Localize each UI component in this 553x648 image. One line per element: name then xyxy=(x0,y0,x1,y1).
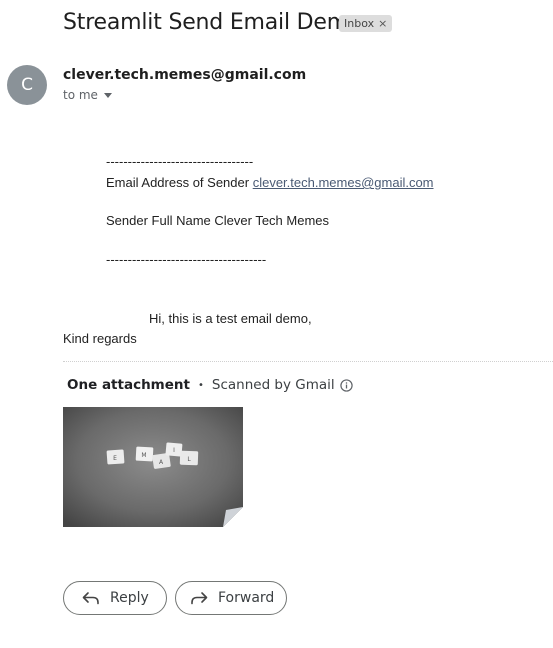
recipient-label: to me xyxy=(63,88,98,102)
remove-label-icon[interactable]: × xyxy=(378,17,387,30)
recipient-details-toggle[interactable]: to me xyxy=(63,88,112,102)
tile-i: I xyxy=(173,447,175,454)
attachments-header: One attachment • Scanned by Gmail xyxy=(67,377,353,393)
tile-m: M xyxy=(141,452,146,459)
forward-button[interactable]: Forward xyxy=(175,581,287,615)
chevron-down-icon xyxy=(103,92,112,98)
forward-label: Forward xyxy=(218,590,275,606)
sender-email-link[interactable]: clever.tech.memes@gmail.com xyxy=(253,175,434,190)
message-text: Hi, this is a test email demo, xyxy=(149,311,312,326)
scan-status: Scanned by Gmail xyxy=(211,377,335,393)
sender-name-line: Sender Full Name Clever Tech Memes xyxy=(106,213,330,228)
info-icon[interactable] xyxy=(339,378,353,392)
avatar[interactable]: C xyxy=(7,65,47,105)
attachment-thumbnail[interactable]: E M A I L xyxy=(63,407,243,527)
closing-text: Kind regards xyxy=(63,331,137,346)
sender-email-line: Email Address of Sender clever.tech.meme… xyxy=(106,175,434,190)
separator-bottom: ------------------------------------- xyxy=(106,252,267,267)
reply-button[interactable]: Reply xyxy=(63,581,167,615)
attachments-divider xyxy=(63,361,553,362)
label-chip-inbox[interactable]: Inbox × xyxy=(339,15,393,32)
forward-icon xyxy=(191,592,208,605)
tile-e: E xyxy=(113,455,117,462)
reply-label: Reply xyxy=(110,590,149,606)
attachments-title: One attachment xyxy=(67,377,190,393)
attachment-image: E M A I L xyxy=(63,407,243,527)
sender-email-label: Email Address of Sender xyxy=(106,175,250,190)
email-subject: Streamlit Send Email Demo xyxy=(63,10,362,35)
attachments-separator: • xyxy=(197,379,204,391)
label-chip-text: Inbox xyxy=(344,17,375,30)
separator-top: ---------------------------------- xyxy=(106,154,254,169)
sender-address[interactable]: clever.tech.memes@gmail.com xyxy=(63,67,306,83)
reply-icon xyxy=(82,592,99,605)
